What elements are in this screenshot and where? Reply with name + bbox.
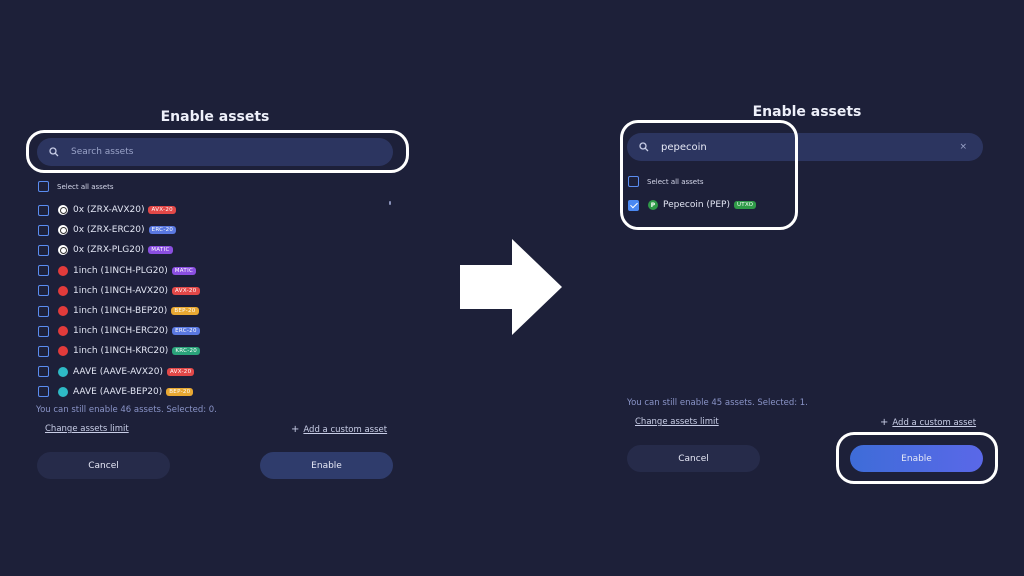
change-assets-limit-link[interactable]: Change assets limit — [635, 417, 719, 427]
aave-icon — [58, 366, 68, 377]
asset-list: 0x (ZRX-AVX20) AVX-20 0x (ZRX-ERC20) ERC-20… — [38, 200, 201, 402]
plus-icon: + — [880, 417, 889, 428]
asset-row[interactable]: 0x (ZRX-AVX20) AVX-20 — [38, 200, 200, 220]
scrollbar[interactable] — [389, 201, 391, 205]
asset-row[interactable]: 0x (ZRX-ERC20) ERC-20 — [38, 220, 200, 240]
1inch-icon — [58, 285, 68, 296]
asset-label: 0x (ZRX-AVX20) — [73, 205, 145, 216]
asset-network-badge: MATIC — [148, 246, 173, 255]
asset-network-badge: AVX-20 — [166, 367, 195, 376]
asset-row[interactable]: AAVE (AAVE-BEP20) BEP-20 — [38, 382, 200, 402]
asset-network-badge: BEP-20 — [166, 387, 194, 396]
asset-row[interactable]: 1inch (1INCH-ERC20) ERC-20 — [38, 321, 200, 341]
asset-label: 1inch (1INCH-AVX20) — [73, 285, 169, 296]
asset-network-badge: AVX-20 — [172, 286, 200, 295]
1inch-icon — [58, 265, 68, 276]
asset-checkbox[interactable] — [38, 244, 49, 256]
highlight-outline — [836, 432, 998, 484]
plus-icon: + — [291, 424, 300, 435]
highlight-outline — [26, 130, 409, 173]
assets-info: You can still enable 45 assets. Selected… — [627, 398, 808, 408]
asset-network-badge: ERC-20 — [148, 226, 177, 235]
dialog-title: Enable assets — [160, 109, 270, 125]
asset-label: 1inch (1INCH-ERC20) — [73, 326, 169, 337]
asset-network-badge: KRC-20 — [172, 347, 201, 356]
asset-label: 1inch (1INCH-PLG20) — [73, 265, 168, 276]
asset-row[interactable]: AAVE (AAVE-AVX20) AVX-20 — [38, 362, 200, 382]
add-custom-asset-label: Add a custom asset — [892, 418, 977, 428]
cancel-button[interactable]: Cancel — [37, 452, 170, 479]
asset-label: 1inch (1INCH-KRC20) — [73, 346, 169, 357]
asset-checkbox[interactable] — [38, 204, 49, 216]
asset-network-badge: BEP-20 — [171, 307, 199, 316]
aave-icon — [58, 386, 68, 397]
asset-label: 1inch (1INCH-BEP20) — [73, 306, 168, 317]
1inch-icon — [58, 326, 68, 337]
asset-checkbox[interactable] — [38, 386, 49, 398]
asset-checkbox[interactable] — [38, 285, 49, 297]
select-all-label: Select all assets — [57, 182, 114, 191]
asset-label: 0x (ZRX-ERC20) — [73, 225, 145, 236]
asset-row[interactable]: 1inch (1INCH-AVX20) AVX-20 — [38, 281, 200, 301]
enable-button[interactable]: Enable — [260, 452, 393, 479]
right-panel: Enable assets pepecoin × Select all asse… — [590, 0, 1024, 576]
asset-network-badge: ERC-20 — [172, 327, 200, 336]
add-custom-asset-link[interactable]: + Add a custom asset — [291, 424, 387, 435]
asset-label: AAVE (AAVE-AVX20) — [73, 366, 163, 377]
select-all-checkbox[interactable] — [38, 181, 49, 192]
zrx-icon — [58, 225, 68, 236]
change-assets-limit-link[interactable]: Change assets limit — [45, 424, 129, 434]
asset-checkbox[interactable] — [38, 325, 49, 337]
zrx-icon — [58, 205, 68, 216]
asset-checkbox[interactable] — [38, 265, 49, 277]
1inch-icon — [58, 346, 68, 357]
asset-checkbox[interactable] — [38, 305, 49, 317]
asset-label: AAVE (AAVE-BEP20) — [73, 386, 163, 397]
cancel-button[interactable]: Cancel — [627, 445, 760, 472]
asset-row[interactable]: 1inch (1INCH-KRC20) KRC-20 — [38, 341, 201, 361]
asset-row[interactable]: 0x (ZRX-PLG20) MATIC — [38, 240, 200, 260]
asset-row[interactable]: 1inch (1INCH-BEP20) BEP-20 — [38, 301, 200, 321]
zrx-icon — [58, 245, 68, 256]
1inch-icon — [58, 306, 68, 317]
arrow-right-icon — [460, 239, 562, 335]
asset-checkbox[interactable] — [38, 366, 49, 378]
asset-checkbox[interactable] — [38, 224, 49, 236]
dialog-title: Enable assets — [752, 104, 862, 120]
asset-row[interactable]: 1inch (1INCH-PLG20) MATIC — [38, 261, 200, 281]
select-all-row[interactable]: Select all assets — [38, 181, 114, 192]
asset-checkbox[interactable] — [38, 345, 49, 357]
highlight-outline — [620, 120, 798, 230]
asset-label: 0x (ZRX-PLG20) — [73, 245, 145, 256]
add-custom-asset-link[interactable]: + Add a custom asset — [880, 417, 976, 428]
assets-info: You can still enable 46 assets. Selected… — [36, 405, 217, 415]
add-custom-asset-label: Add a custom asset — [303, 425, 388, 435]
left-panel: Enable assets Search assets Select all a… — [0, 0, 440, 576]
clear-search-icon[interactable]: × — [959, 142, 967, 152]
asset-network-badge: MATIC — [171, 266, 197, 275]
asset-network-badge: AVX-20 — [148, 206, 176, 215]
